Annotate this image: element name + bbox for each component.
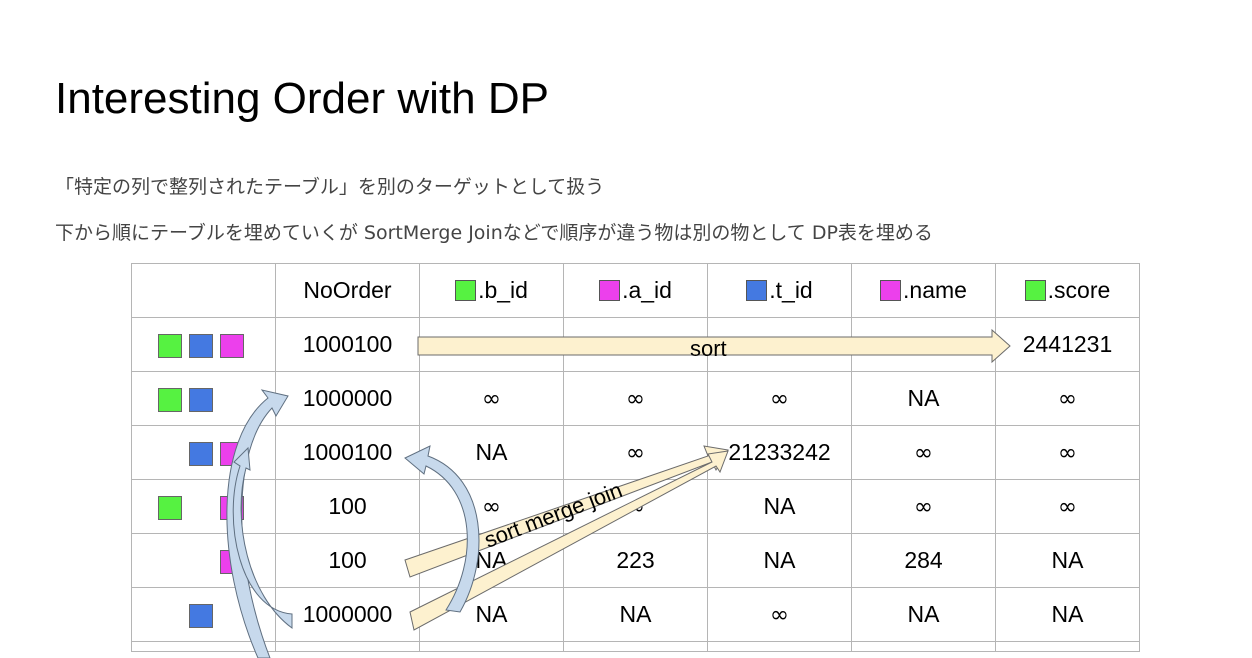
curved-arrow-to-row3: [404, 445, 480, 613]
sort-label: sort: [690, 336, 727, 361]
arrow-overlay: sort sort merge join: [226, 328, 1011, 658]
